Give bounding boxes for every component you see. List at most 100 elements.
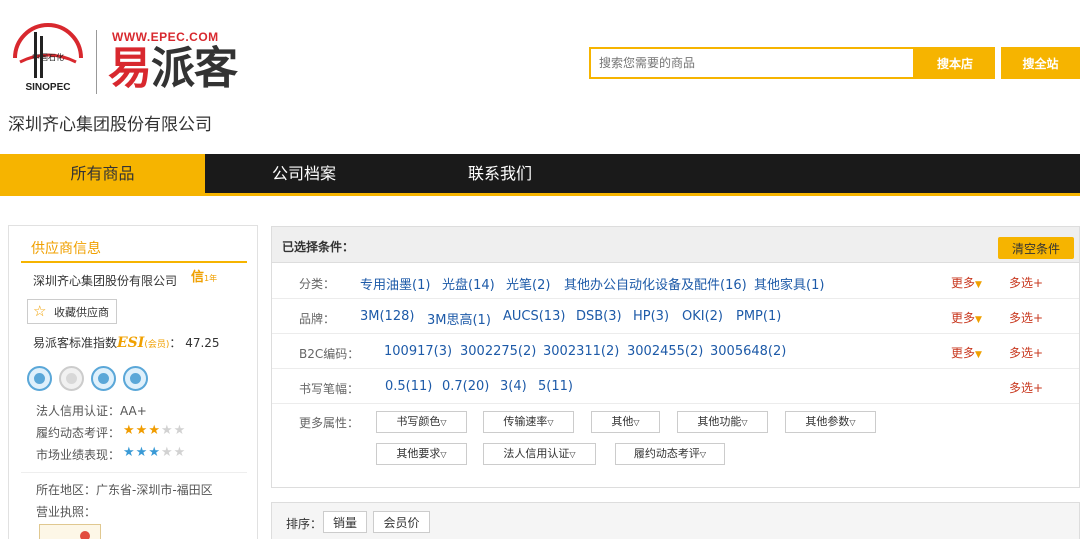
epec-logo-first: 易 bbox=[108, 43, 152, 94]
chevron-down-icon: ▽ bbox=[440, 418, 447, 427]
legal-credit-label: 法人信用认证： bbox=[36, 404, 121, 418]
attr-dropdown-other[interactable]: 其他▽ bbox=[591, 411, 660, 433]
attr-dropdown-writing-color[interactable]: 书写颜色▽ bbox=[376, 411, 467, 433]
attr-dropdown-other-function[interactable]: 其他功能▽ bbox=[677, 411, 768, 433]
filter-option[interactable]: 3002311(2) bbox=[543, 344, 619, 359]
nav-all-products[interactable]: 所有商品 bbox=[0, 154, 205, 193]
region-label: 所在地区： bbox=[36, 483, 97, 497]
multi-select-toggle[interactable]: 多选+ bbox=[1009, 344, 1043, 361]
credit-badge-year: 1年 bbox=[204, 274, 218, 283]
more-toggle[interactable]: 更多▼ bbox=[951, 344, 982, 361]
filter-option[interactable]: 3002455(2) bbox=[627, 344, 703, 359]
filter-row-label: 品牌： bbox=[299, 312, 336, 326]
attr-dropdown-other-requirements[interactable]: 其他要求▽ bbox=[376, 443, 467, 465]
legal-credit-value: AA+ bbox=[120, 404, 147, 418]
main-nav: 所有商品 公司档案 联系我们 bbox=[0, 154, 1080, 196]
sort-label: 排序： bbox=[286, 517, 323, 531]
filter-option[interactable]: 3M(128) bbox=[360, 309, 414, 324]
gray-cert-icon[interactable] bbox=[59, 366, 84, 391]
star-icon: ☆ bbox=[33, 302, 47, 320]
performance-rating: ★★★★★ bbox=[123, 423, 186, 438]
filter-panel: 已选择条件： 清空条件 分类： 专用油墨(1) 光盘(14) 光笔(2) 其他办… bbox=[271, 226, 1080, 488]
region-row: 所在地区：广东省-深圳市-福田区 bbox=[36, 481, 213, 498]
filter-option[interactable]: OKI(2) bbox=[682, 309, 723, 324]
filter-option[interactable]: 3(4) bbox=[500, 379, 527, 394]
star-filled-icon: ★ bbox=[123, 445, 136, 460]
filter-option[interactable]: HP(3) bbox=[633, 309, 669, 324]
star-filled-icon: ★ bbox=[135, 445, 149, 460]
filter-option[interactable]: 其他家具(1) bbox=[754, 274, 824, 293]
attr-dropdown-transfer-rate[interactable]: 传输速率▽ bbox=[483, 411, 574, 433]
certification-badges bbox=[27, 366, 157, 392]
license-label: 营业执照： bbox=[36, 505, 97, 519]
credit-year-badge: 信1年 bbox=[191, 266, 217, 285]
chart-cert-icon[interactable] bbox=[123, 366, 148, 391]
sinopec-en-text: SINOPEC bbox=[25, 82, 70, 93]
supplier-company-name[interactable]: 深圳齐心集团股份有限公司 bbox=[33, 272, 177, 289]
attr-dropdown-performance[interactable]: 履约动态考评▽ bbox=[615, 443, 725, 465]
credit-cert-icon[interactable] bbox=[91, 366, 116, 391]
multi-select-toggle[interactable]: 多选+ bbox=[1009, 274, 1043, 291]
filter-row-brand: 品牌： 3M(128) 3M思高(1) AUCS(13) DSB(3) HP(3… bbox=[272, 299, 1079, 334]
esi-index: 易派客标准指数ESI(会员)： 47.25 bbox=[33, 334, 220, 351]
esi-member: (会员) bbox=[144, 340, 170, 350]
star-empty-icon: ★ bbox=[160, 445, 174, 460]
esi-prefix: 易派客标准指数 bbox=[33, 336, 118, 350]
filter-option[interactable]: 3005648(2) bbox=[710, 344, 786, 359]
filter-row-pen-width: 书写笔幅： 0.5(11) 0.7(20) 3(4) 5(11) 多选+ bbox=[272, 369, 1079, 404]
clear-conditions-button[interactable]: 清空条件 bbox=[998, 237, 1074, 259]
filter-option[interactable]: 其他办公自动化设备及配件(16) bbox=[564, 274, 747, 293]
sinopec-logo[interactable]: 中国石化 SINOPEC bbox=[12, 22, 84, 96]
epec-logo-rest: 派客 bbox=[151, 43, 238, 94]
nav-contact-us[interactable]: 联系我们 bbox=[432, 154, 568, 193]
filter-option[interactable]: 3002275(2) bbox=[460, 344, 536, 359]
market-rating: ★★★★★ bbox=[123, 445, 186, 460]
search-site-button[interactable]: 搜全站 bbox=[1001, 47, 1080, 79]
search-store-button[interactable]: 搜本店 bbox=[915, 47, 995, 79]
star-filled-icon: ★ bbox=[148, 423, 161, 438]
title-underline bbox=[21, 261, 247, 263]
filter-option[interactable]: 光笔(2) bbox=[506, 274, 550, 293]
filter-option[interactable]: 光盘(14) bbox=[442, 274, 495, 293]
filter-option[interactable]: 0.5(11) bbox=[385, 379, 432, 394]
sort-by-member-price-button[interactable]: 会员价 bbox=[373, 511, 430, 533]
attr-dropdown-other-params[interactable]: 其他参数▽ bbox=[785, 411, 876, 433]
filter-option[interactable]: 专用油墨(1) bbox=[360, 274, 430, 293]
more-attributes-label: 更多属性： bbox=[299, 416, 360, 430]
filter-option[interactable]: 5(11) bbox=[538, 379, 573, 394]
filter-option[interactable]: 100917(3) bbox=[384, 344, 452, 359]
filter-option[interactable]: DSB(3) bbox=[576, 309, 622, 324]
multi-select-toggle[interactable]: 多选+ bbox=[1009, 309, 1043, 326]
divider bbox=[21, 472, 247, 473]
filter-option[interactable]: 0.7(20) bbox=[442, 379, 489, 394]
more-toggle[interactable]: 更多▼ bbox=[951, 309, 982, 326]
filter-option[interactable]: 3M思高(1) bbox=[427, 309, 491, 328]
esi-value: ： 47.25 bbox=[169, 336, 220, 350]
sort-by-sales-button[interactable]: 销量 bbox=[323, 511, 367, 533]
shield-cert-icon[interactable] bbox=[27, 366, 52, 391]
market-label: 市场业绩表现： bbox=[36, 448, 121, 462]
star-empty-icon: ★ bbox=[173, 423, 187, 438]
business-license-image[interactable] bbox=[39, 524, 101, 539]
credit-badge-char: 信 bbox=[191, 270, 205, 285]
filter-option[interactable]: PMP(1) bbox=[736, 309, 781, 324]
filter-row-label: 书写笔幅： bbox=[299, 382, 360, 396]
attr-dropdown-legal-credit[interactable]: 法人信用认证▽ bbox=[483, 443, 596, 465]
chevron-down-icon: ▽ bbox=[849, 418, 856, 427]
star-filled-icon: ★ bbox=[148, 445, 161, 460]
chevron-down-icon: ▽ bbox=[699, 450, 707, 459]
multi-select-toggle[interactable]: 多选+ bbox=[1009, 379, 1043, 396]
region-value: 广东省-深圳市-福田区 bbox=[96, 483, 213, 497]
supplier-info-panel: 供应商信息 深圳齐心集团股份有限公司 信1年 收藏供应商 ☆ 易派客标准指数ES… bbox=[8, 225, 258, 539]
nav-company-profile[interactable]: 公司档案 bbox=[236, 154, 372, 193]
sort-bar: 排序： 销量 会员价 bbox=[271, 502, 1080, 539]
epec-logo-text[interactable]: 易派客 bbox=[108, 42, 238, 96]
company-title: 深圳齐心集团股份有限公司 bbox=[8, 115, 212, 135]
chevron-down-icon: ▼ bbox=[975, 280, 982, 290]
star-empty-icon: ★ bbox=[173, 445, 187, 460]
star-empty-icon: ★ bbox=[160, 423, 174, 438]
more-toggle[interactable]: 更多▼ bbox=[951, 274, 982, 291]
search-input[interactable] bbox=[589, 47, 915, 79]
supplier-info-title: 供应商信息 bbox=[31, 241, 101, 257]
filter-option[interactable]: AUCS(13) bbox=[503, 309, 565, 324]
